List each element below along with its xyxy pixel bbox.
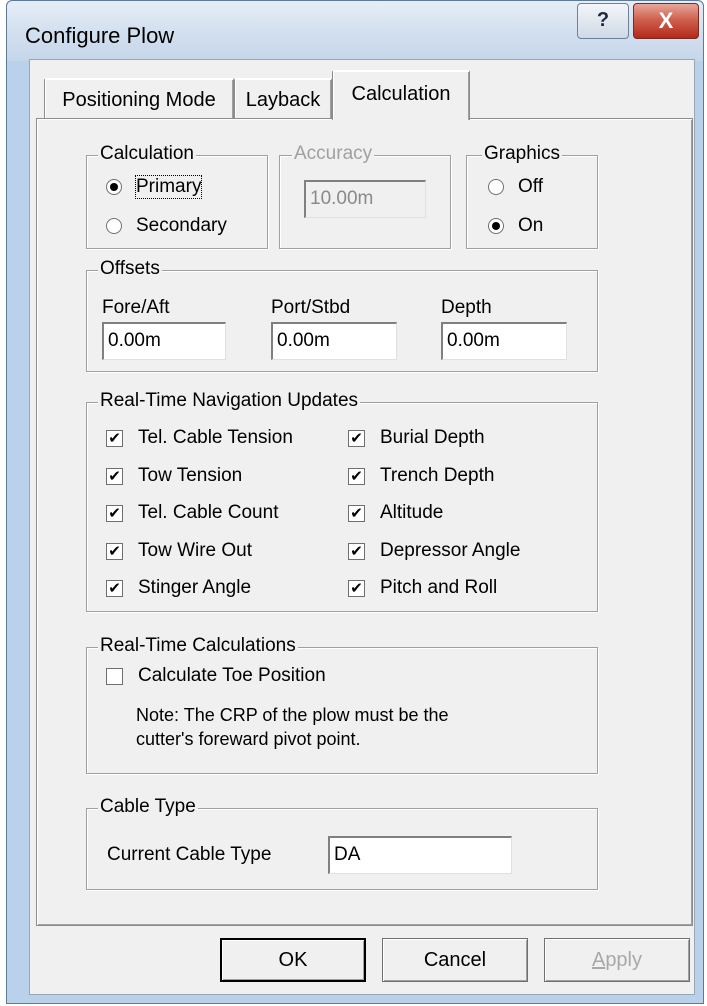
close-button[interactable]: X [633, 3, 699, 39]
port-stbd-field[interactable]: 0.00m [271, 322, 397, 360]
secondary-radio[interactable] [106, 218, 122, 234]
current-cable-type-field[interactable]: DA [328, 836, 512, 874]
nav-update-label[interactable]: Stinger Angle [138, 577, 251, 599]
title-bar[interactable]: Configure Plow ? X [7, 1, 703, 61]
nav-update-label[interactable]: Pitch and Roll [380, 577, 497, 599]
close-icon: X [658, 8, 674, 33]
graphics-group-title: Graphics [482, 143, 563, 165]
tab-layback[interactable]: Layback [234, 78, 332, 118]
depth-field[interactable]: 0.00m [441, 322, 567, 360]
primary-radio-label[interactable]: Primary [134, 175, 203, 199]
help-button[interactable]: ? [577, 3, 629, 39]
calculate-toe-checkbox[interactable] [106, 668, 123, 685]
toe-note-line1: Note: The CRP of the plow must be the [136, 705, 449, 725]
nav-update-checkbox[interactable]: ✔ [106, 505, 123, 522]
ok-button[interactable]: OK [220, 938, 366, 982]
graphics-on-label[interactable]: On [518, 215, 543, 237]
port-stbd-label: Port/Stbd [271, 297, 351, 318]
nav-update-label[interactable]: Tow Tension [138, 465, 242, 487]
fore-aft-field[interactable]: 0.00m [102, 322, 226, 360]
calculations-group-title: Real-Time Calculations [98, 635, 298, 657]
nav-update-checkbox[interactable]: ✔ [348, 467, 365, 485]
tab-positioning-mode[interactable]: Positioning Mode [44, 78, 234, 118]
primary-radio[interactable] [106, 179, 122, 195]
nav-update-checkbox[interactable]: ✔ [106, 580, 123, 597]
nav-update-checkbox[interactable]: ✔ [106, 467, 123, 485]
accuracy-field: 10.00m [304, 180, 426, 218]
cable-type-group-title: Cable Type [98, 796, 198, 818]
nav-update-label[interactable]: Altitude [380, 502, 443, 524]
nav-update-checkbox[interactable]: ✔ [348, 505, 365, 522]
nav-update-checkbox[interactable]: ✔ [348, 430, 365, 447]
graphics-off-radio[interactable] [488, 179, 504, 195]
nav-update-label[interactable]: Tel. Cable Tension [138, 427, 293, 449]
nav-update-checkbox[interactable]: ✔ [348, 580, 365, 597]
nav-update-label[interactable]: Depressor Angle [380, 540, 520, 562]
tab-calculation[interactable]: Calculation [332, 70, 470, 120]
nav-update-checkbox[interactable]: ✔ [348, 542, 365, 560]
apply-button[interactable]: Apply [544, 938, 690, 982]
nav-update-label[interactable]: Tow Wire Out [138, 540, 252, 562]
cancel-button[interactable]: Cancel [382, 938, 528, 982]
fore-aft-label: Fore/Aft [102, 297, 170, 318]
nav-update-checkbox[interactable]: ✔ [106, 430, 123, 447]
nav-update-label[interactable]: Trench Depth [380, 465, 494, 487]
graphics-on-radio[interactable] [488, 218, 504, 234]
toe-note-line2: cutter's foreward pivot point. [136, 729, 361, 749]
window-title: Configure Plow [25, 23, 175, 48]
calculate-toe-label[interactable]: Calculate Toe Position [138, 665, 326, 687]
calculation-group-title: Calculation [98, 143, 196, 165]
offsets-group-title: Offsets [98, 258, 162, 280]
accuracy-group-title: Accuracy [292, 143, 375, 165]
graphics-off-label[interactable]: Off [518, 176, 543, 198]
secondary-radio-label[interactable]: Secondary [136, 215, 227, 237]
depth-label: Depth [441, 297, 492, 318]
nav-update-label[interactable]: Tel. Cable Count [138, 502, 278, 524]
nav-updates-group-title: Real-Time Navigation Updates [98, 390, 361, 412]
nav-update-label[interactable]: Burial Depth [380, 427, 485, 449]
nav-update-checkbox[interactable]: ✔ [106, 542, 123, 560]
current-cable-type-label: Current Cable Type [107, 844, 272, 865]
